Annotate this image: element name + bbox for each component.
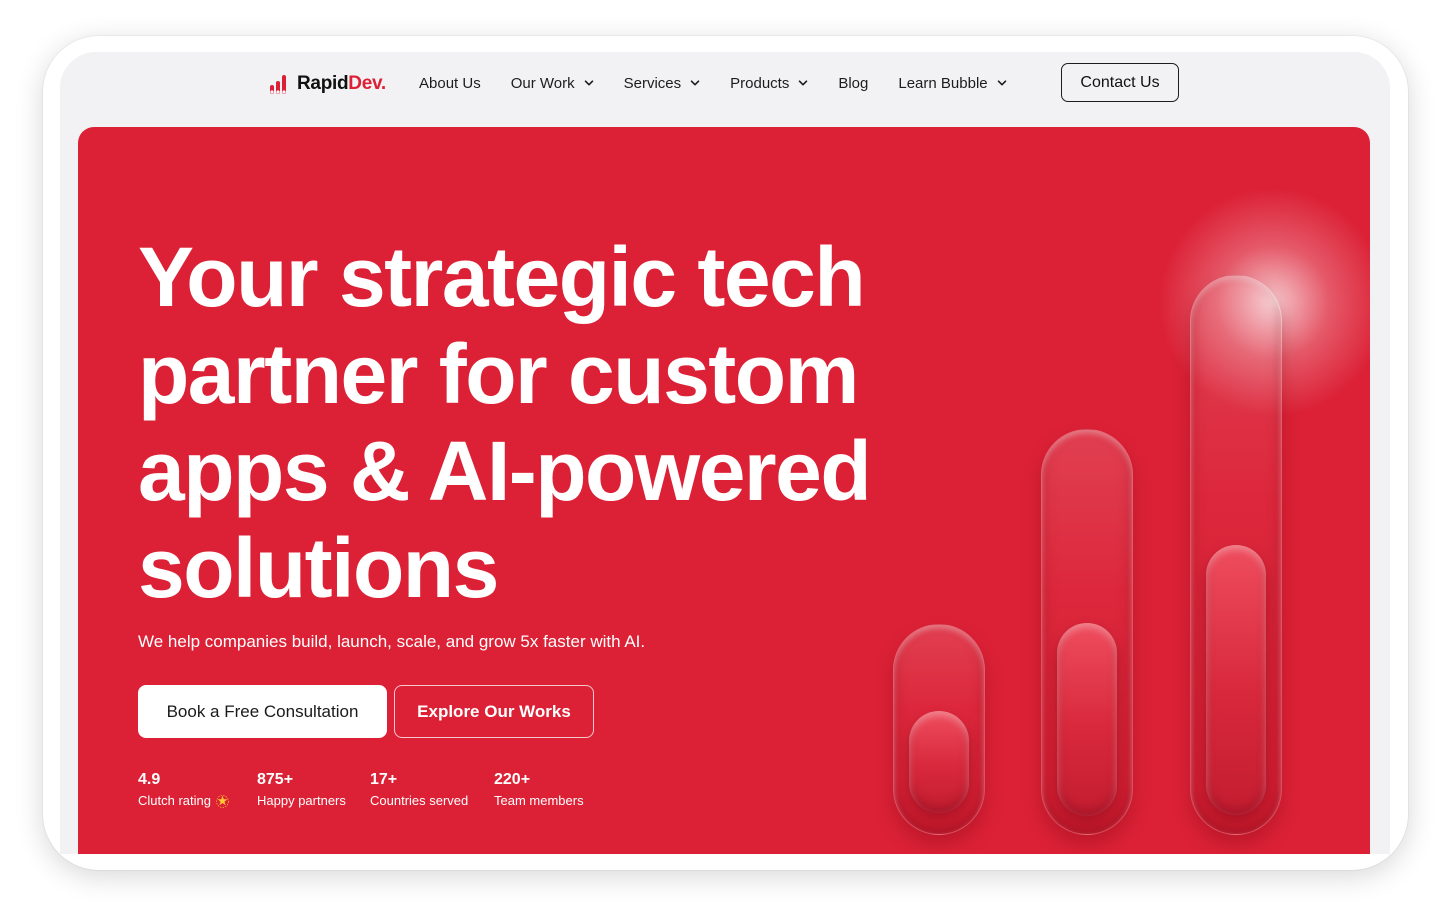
- pill-knob: [909, 711, 969, 813]
- headline-line: partner for custom: [138, 327, 859, 421]
- stat-label: Countries served: [370, 793, 469, 808]
- nav-item-our-work[interactable]: Our Work: [511, 75, 594, 92]
- nav-menu: About Us Our Work Services Products Blog…: [419, 72, 1007, 94]
- nav-item-about-us[interactable]: About Us: [419, 75, 481, 92]
- brand-logo[interactable]: RapidDev.: [269, 70, 386, 98]
- stat-label: Clutch rating: [138, 792, 229, 810]
- headline-line: apps & AI-powered: [138, 424, 872, 518]
- nav-item-label: Products: [730, 74, 790, 92]
- hero-subheadline: We help companies build, launch, scale, …: [138, 632, 646, 651]
- stat-value: 17+: [370, 771, 398, 788]
- decorative-pill-large: [1190, 275, 1282, 835]
- stat-happy-partners: 875+ Happy partners: [257, 770, 346, 810]
- hero-section: Your strategic tech partner for custom a…: [78, 127, 1370, 854]
- stat-countries-served: 17+ Countries served: [370, 770, 468, 810]
- stat-value: 875+: [257, 771, 294, 788]
- browser-screen: RapidDev. About Us Our Work Services Pro…: [60, 52, 1390, 854]
- nav-item-products[interactable]: Products: [730, 75, 808, 92]
- nav-item-label: Learn Bubble: [898, 74, 988, 92]
- nav-item-blog[interactable]: Blog: [838, 75, 868, 92]
- decorative-pill-small: [893, 624, 985, 835]
- star-icon: [216, 794, 229, 808]
- chevron-down-icon: [799, 80, 808, 86]
- nav-item-learn-bubble[interactable]: Learn Bubble: [898, 75, 1006, 92]
- stat-label: Happy partners: [257, 793, 346, 808]
- stat-value: 4.9: [138, 771, 161, 788]
- explore-works-button[interactable]: Explore Our Works: [394, 685, 594, 738]
- nav-item-label: Blog: [838, 74, 869, 92]
- pill-knob: [1206, 545, 1266, 815]
- chevron-down-icon: [584, 80, 593, 86]
- nav-item-label: Our Work: [510, 74, 575, 92]
- brand-name: RapidDev.: [297, 73, 386, 94]
- decorative-pill-medium: [1041, 429, 1133, 835]
- logo-bars-icon: [270, 75, 286, 94]
- top-navigation: RapidDev. About Us Our Work Services Pro…: [60, 52, 1390, 127]
- chevron-down-icon: [997, 80, 1006, 86]
- hero-headline: Your strategic tech partner for custom a…: [138, 229, 958, 617]
- nav-item-label: Services: [623, 74, 682, 92]
- contact-us-button[interactable]: Contact Us: [1061, 63, 1179, 102]
- chevron-down-icon: [690, 80, 700, 86]
- nav-item-services[interactable]: Services: [624, 75, 701, 92]
- stat-team-members: 220+ Team members: [494, 770, 584, 810]
- book-consultation-button[interactable]: Book a Free Consultation: [138, 685, 387, 738]
- pill-knob: [1057, 623, 1117, 816]
- headline-line: solutions: [138, 521, 499, 615]
- stat-value: 220+: [494, 771, 531, 788]
- nav-item-label: About Us: [419, 74, 481, 92]
- headline-line: Your strategic tech: [138, 230, 866, 324]
- stat-label-text: Clutch rating: [138, 793, 211, 808]
- stat-label: Team members: [494, 793, 584, 808]
- stat-clutch-rating: 4.9 Clutch rating: [138, 770, 229, 810]
